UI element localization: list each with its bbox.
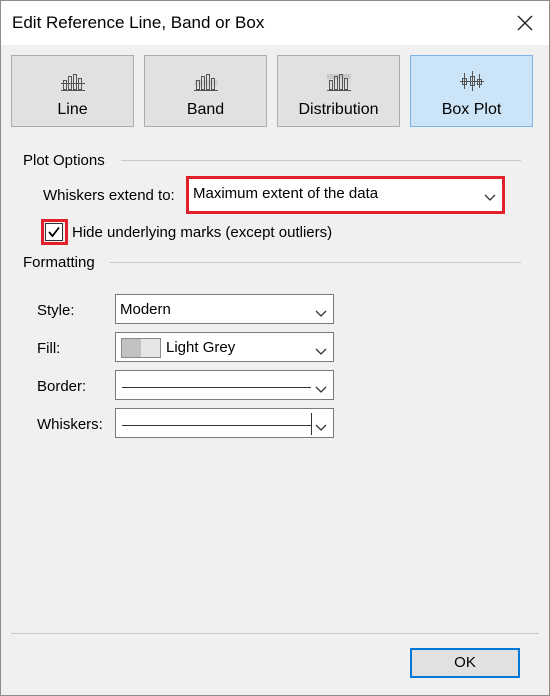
line-type-button[interactable]: Line <box>11 55 134 127</box>
band-type-label: Band <box>186 101 225 118</box>
chevron-down-icon <box>315 343 327 361</box>
chevron-down-icon <box>315 419 327 437</box>
checkmark-icon <box>48 226 60 238</box>
line-type-label: Line <box>57 101 88 118</box>
ok-button[interactable]: OK <box>410 648 520 678</box>
whiskers-format-label: Whiskers: <box>37 416 103 433</box>
whiskers-format-dropdown[interactable] <box>115 408 334 438</box>
chevron-down-icon <box>315 381 327 399</box>
band-chart-icon <box>193 70 218 97</box>
distribution-type-button[interactable]: Distribution <box>277 55 400 127</box>
edit-reference-dialog: Edit Reference Line, Band or Box Line Ba… <box>0 0 550 696</box>
box-plot-type-button[interactable]: Box Plot <box>410 55 533 127</box>
whiskers-line-preview <box>122 425 311 426</box>
border-dropdown[interactable] <box>115 370 334 400</box>
band-type-button[interactable]: Band <box>144 55 267 127</box>
footer-divider <box>11 633 539 634</box>
dialog-title: Edit Reference Line, Band or Box <box>12 13 265 32</box>
close-icon[interactable] <box>511 9 539 37</box>
distribution-type-label: Distribution <box>298 101 379 118</box>
hide-marks-label[interactable]: Hide underlying marks (except outliers) <box>72 224 332 241</box>
fill-label: Fill: <box>37 340 61 357</box>
plot-options-divider <box>121 160 521 161</box>
border-label: Border: <box>37 378 87 395</box>
fill-dropdown[interactable]: Light Grey <box>115 332 334 362</box>
whiskers-extend-dropdown[interactable]: Maximum extent of the data <box>189 179 502 211</box>
style-dropdown[interactable]: Modern <box>115 294 334 324</box>
line-chart-icon <box>60 70 85 97</box>
formatting-heading: Formatting <box>23 254 95 271</box>
whiskers-extend-value: Maximum extent of the data <box>193 185 379 202</box>
formatting-divider <box>110 262 521 263</box>
style-label: Style: <box>37 302 75 319</box>
fill-color-swatch <box>121 338 161 358</box>
title-bar: Edit Reference Line, Band or Box <box>1 1 549 45</box>
style-value: Modern <box>120 301 171 318</box>
plot-options-heading: Plot Options <box>23 152 105 169</box>
whiskers-end-cap <box>311 413 312 435</box>
whiskers-extend-label: Whiskers extend to: <box>43 187 175 204</box>
box-plot-type-label: Box Plot <box>441 101 502 118</box>
border-line-preview <box>122 387 311 388</box>
distribution-chart-icon <box>326 70 351 97</box>
fill-value: Light Grey <box>166 339 236 356</box>
hide-marks-checkbox[interactable] <box>45 223 63 241</box>
chevron-down-icon <box>484 189 496 207</box>
chevron-down-icon <box>315 305 327 323</box>
box-plot-icon <box>459 70 484 97</box>
